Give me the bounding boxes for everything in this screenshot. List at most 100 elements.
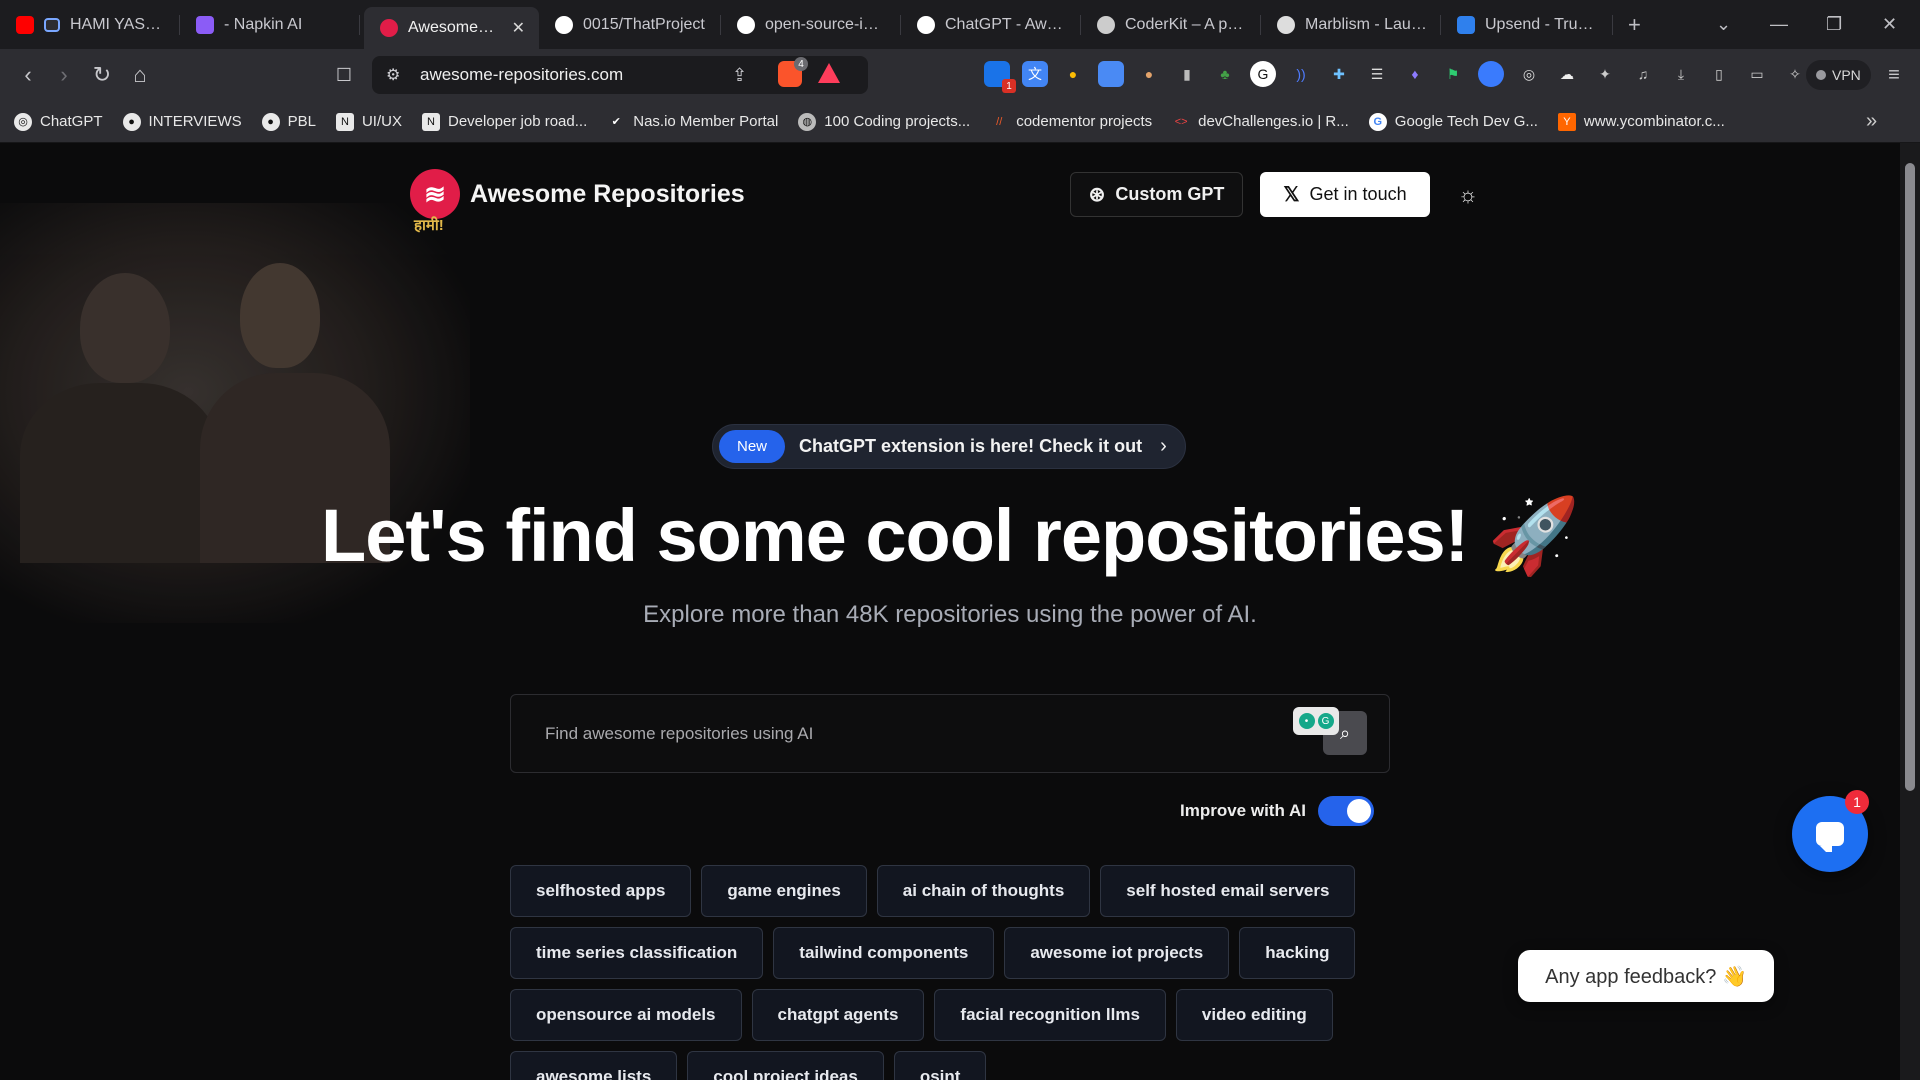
tree-extension-icon[interactable]: ♣	[1212, 61, 1238, 87]
suggestion-chip[interactable]: cool project ideas	[687, 1051, 884, 1080]
feedback-prompt[interactable]: Any app feedback? 👋	[1518, 950, 1774, 1002]
tab[interactable]: CoderKit – A pow	[1081, 0, 1261, 49]
chip-row: awesome lists cool project ideas osint	[510, 1051, 1390, 1080]
bookmark-chatgpt[interactable]: ◎ ChatGPT	[14, 112, 103, 131]
tab[interactable]: ChatGPT - Aweso	[901, 0, 1081, 49]
translate-extension-icon[interactable]: 文	[1022, 61, 1048, 87]
suggestion-chip[interactable]: osint	[893, 1051, 987, 1080]
suggestion-chips: selfhosted apps game engines ai chain of…	[510, 865, 1390, 1080]
tab[interactable]: HAMI YASTAI	[0, 0, 180, 49]
grammarly-extension-icon[interactable]: G	[1250, 61, 1276, 87]
announcement-text: ChatGPT extension is here! Check it out	[799, 436, 1143, 456]
music-icon[interactable]: ♫	[1630, 61, 1656, 87]
new-tab-button[interactable]: +	[1628, 0, 1641, 49]
sun-icon[interactable]: ☼	[1454, 181, 1482, 209]
awesome-repositories-icon	[380, 19, 398, 37]
suggestion-chip[interactable]: game engines	[701, 865, 867, 917]
circle-extension-icon[interactable]	[1478, 61, 1504, 87]
bookmark-devchallenges[interactable]: <> devChallenges.io | R...	[1172, 113, 1349, 131]
brand[interactable]: ≋ Awesome Repositories	[410, 169, 745, 219]
tab[interactable]: Upsend - Trust &	[1441, 0, 1613, 49]
back-icon[interactable]: ‹	[14, 61, 42, 89]
openai-icon	[917, 15, 935, 34]
globe-icon	[1097, 15, 1115, 34]
forward-icon[interactable]: ›	[50, 61, 78, 89]
docs-extension-icon[interactable]	[1098, 61, 1124, 87]
bookmark-icon[interactable]: ☐	[330, 61, 358, 89]
extension-badge: 1	[1002, 79, 1016, 93]
bookmark-100-coding-projects[interactable]: ◍ 100 Coding projects...	[798, 112, 970, 131]
restore-button[interactable]: ❐	[1826, 0, 1842, 49]
hero-subtitle: Explore more than 48K repositories using…	[643, 601, 1257, 628]
flag-extension-icon[interactable]: ⚑	[1440, 61, 1466, 87]
list-extension-icon[interactable]: ☰	[1364, 61, 1390, 87]
glasses-extension-icon[interactable]: ◎	[1516, 61, 1542, 87]
download-icon[interactable]: ⤓	[1668, 61, 1694, 87]
suggestion-chip[interactable]: ai chain of thoughts	[876, 865, 1091, 917]
puzzle-blue-extension-icon[interactable]: ✚	[1326, 61, 1352, 87]
bookmark-codementor[interactable]: // codementor projects	[990, 113, 1152, 131]
bookmark-interviews[interactable]: ● INTERVIEWS	[122, 112, 242, 131]
tab[interactable]: Marblism - Launc	[1261, 0, 1441, 49]
tab-search-chevron-icon[interactable]: ⌄	[1716, 0, 1731, 49]
wallet-icon[interactable]: ▭	[1744, 61, 1770, 87]
cloud-extension-icon[interactable]: ☁	[1554, 61, 1580, 87]
suggestion-chip[interactable]: selfhosted apps	[510, 865, 692, 917]
suggestion-chip[interactable]: facial recognition llms	[934, 989, 1166, 1041]
page-scrollbar[interactable]	[1900, 143, 1920, 1080]
mouse-extension-icon[interactable]: ▮	[1174, 61, 1200, 87]
get-in-touch-button[interactable]: 𝕏 Get in touch	[1260, 172, 1430, 217]
tab[interactable]: - Napkin AI	[180, 0, 360, 49]
notion-icon: N	[335, 112, 354, 131]
bookmark-nas-io[interactable]: ✔ Nas.io Member Portal	[607, 113, 779, 131]
tab-title: - Napkin AI	[224, 15, 303, 33]
tab-active[interactable]: Awesome Fin ✕	[364, 7, 539, 49]
tab[interactable]: open-source-idea	[721, 0, 901, 49]
google-icon: G	[1368, 112, 1387, 131]
improve-with-ai-toggle[interactable]	[1317, 796, 1374, 826]
colorful-dots-extension-icon[interactable]: ●	[1060, 61, 1086, 87]
home-icon[interactable]: ⌂	[126, 61, 154, 89]
bookmark-pbl[interactable]: ● PBL	[261, 112, 316, 131]
logo-stack-icon: ≋	[410, 169, 460, 219]
close-icon[interactable]: ✕	[512, 18, 525, 38]
wave-extension-icon[interactable]: ))	[1288, 61, 1314, 87]
bookmark-uiux[interactable]: N UI/UX	[335, 112, 402, 131]
suggestion-chip[interactable]: chatgpt agents	[751, 989, 925, 1041]
suggestion-chip[interactable]: time series classification	[510, 927, 764, 979]
grammar-assistant-widget[interactable]: • G	[1293, 707, 1339, 735]
cookie-extension-icon[interactable]: ●	[1136, 61, 1162, 87]
suggestion-chip[interactable]: tailwind components	[773, 927, 995, 979]
grammar-lightbulb-icon: •	[1298, 713, 1315, 729]
suggestion-chip[interactable]: video editing	[1175, 989, 1333, 1041]
vpn-button[interactable]: VPN	[1806, 60, 1871, 90]
flame-extension-icon[interactable]: ♦	[1402, 61, 1428, 87]
bookmark-google-tech-dev[interactable]: G Google Tech Dev G...	[1368, 112, 1538, 131]
search-input[interactable]	[545, 723, 1389, 744]
suggestion-chip[interactable]: awesome lists	[510, 1051, 678, 1080]
bookmarks-overflow-icon[interactable]: »	[1866, 110, 1877, 133]
bookmark-ycombinator[interactable]: Ywww.ycombinator.c...	[1557, 112, 1725, 131]
extensions-puzzle-icon[interactable]: ✦	[1592, 61, 1618, 87]
leo-ai-icon[interactable]: ✧	[1782, 61, 1808, 87]
bookmark-developer-job-roadmap[interactable]: N Developer job road...	[421, 112, 587, 131]
custom-gpt-button[interactable]: ⊛ Custom GPT	[1070, 172, 1243, 217]
announcement-banner[interactable]: New ChatGPT extension is here! Check it …	[712, 424, 1186, 469]
suggestion-chip[interactable]: hacking	[1239, 927, 1356, 979]
suggestion-chip[interactable]: self hosted email servers	[1100, 865, 1356, 917]
bookmark-label: devChallenges.io | R...	[1198, 113, 1349, 130]
sidebar-icon[interactable]: ▯	[1706, 61, 1732, 87]
suggestion-chip[interactable]: opensource ai models	[510, 989, 742, 1041]
brave-rewards-icon[interactable]	[818, 63, 840, 83]
scrollbar-thumb[interactable]	[1905, 163, 1915, 791]
close-window-button[interactable]: ✕	[1882, 0, 1897, 49]
suggestion-chip[interactable]: awesome iot projects	[1004, 927, 1230, 979]
minimize-button[interactable]: —	[1770, 0, 1788, 49]
tab[interactable]: 0015/ThatProject	[539, 0, 721, 49]
calendar-extension-icon[interactable]: 1	[984, 61, 1016, 93]
share-icon[interactable]: ⇪	[732, 65, 747, 86]
menu-icon[interactable]: ≡	[1880, 61, 1908, 89]
site-settings-icon[interactable]: ⚙	[386, 65, 400, 85]
search-icon: ⌕	[1339, 722, 1351, 743]
reload-icon[interactable]: ↻	[88, 61, 116, 89]
